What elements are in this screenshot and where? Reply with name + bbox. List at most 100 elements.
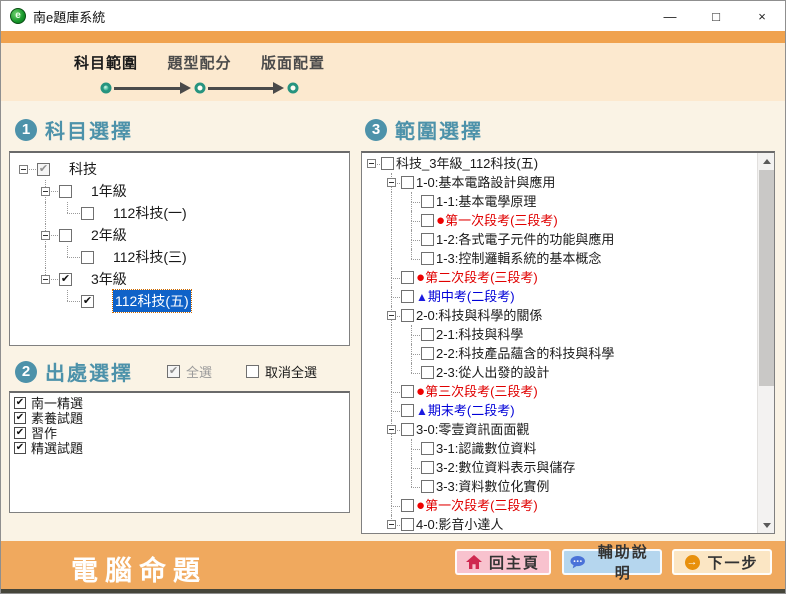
checkbox[interactable] <box>401 290 414 303</box>
checkbox[interactable] <box>421 214 434 227</box>
tree-item[interactable]: 1-1:基本電學原理 <box>362 192 757 211</box>
tree-item[interactable]: ●第二次段考(三段考) <box>362 268 757 287</box>
checkbox[interactable]: ✔ <box>14 442 26 454</box>
tree-item-label[interactable]: 2-2:科技產品蘊含的科技與科學 <box>436 344 614 363</box>
tree-item-label[interactable]: 2-3:從人出發的設計 <box>436 363 549 382</box>
tree-item-label[interactable]: 4-0:影音小達人 <box>416 515 503 533</box>
checkbox[interactable] <box>81 207 94 220</box>
tree-item[interactable]: 3-0:零壹資訊面面觀 <box>362 420 757 439</box>
tree-item[interactable]: 2-2:科技產品蘊含的科技與科學 <box>362 344 757 363</box>
expand-toggle[interactable] <box>387 520 396 529</box>
checkbox[interactable] <box>59 229 72 242</box>
checkbox[interactable] <box>401 499 414 512</box>
checkbox[interactable] <box>401 271 414 284</box>
deselect-all-checkbox-box[interactable] <box>246 365 259 378</box>
tree-item-label[interactable]: 112科技(五) <box>113 290 191 312</box>
tree-item[interactable]: ✔ 科技 <box>10 158 349 180</box>
checkbox[interactable] <box>421 480 434 493</box>
tree-item-label[interactable]: 3-2:數位資料表示與儲存 <box>436 458 575 477</box>
checkbox[interactable] <box>401 404 414 417</box>
close-button[interactable]: × <box>739 1 785 31</box>
tree-item[interactable]: 1-3:控制邏輯系統的基本概念 <box>362 249 757 268</box>
checkbox[interactable] <box>401 176 414 189</box>
tree-item-label[interactable]: ▲期末考(二段考) <box>416 401 515 421</box>
tree-item[interactable]: 3-1:認識數位資料 <box>362 439 757 458</box>
tree-item-label[interactable]: 科技_3年級_112科技(五) <box>396 154 538 173</box>
tree-item-label[interactable]: 2年級 <box>91 224 127 246</box>
tree-item-label[interactable]: 1-3:控制邏輯系統的基本概念 <box>436 249 601 268</box>
checkbox[interactable] <box>401 423 414 436</box>
checkbox[interactable]: ✔ <box>81 295 94 308</box>
help-button[interactable]: 輔助說明 <box>562 549 662 575</box>
scroll-down-button[interactable] <box>758 517 775 533</box>
tree-item[interactable]: ●第三次段考(三段考) <box>362 382 757 401</box>
checkbox[interactable] <box>421 366 434 379</box>
tree-item-label[interactable]: 科技 <box>69 158 97 180</box>
checkbox[interactable] <box>421 195 434 208</box>
expand-toggle[interactable] <box>387 425 396 434</box>
tree-item[interactable]: 2年級 <box>10 224 349 246</box>
expand-toggle[interactable] <box>19 165 28 174</box>
tree-item-label[interactable]: 3-3:資料數位化實例 <box>436 477 549 496</box>
tree-item-label[interactable]: 112科技(一) <box>113 202 187 224</box>
tree-item-label[interactable]: 2-0:科技與科學的關係 <box>416 306 542 325</box>
checkbox[interactable] <box>421 328 434 341</box>
checkbox[interactable]: ✔ <box>14 412 26 424</box>
checkbox[interactable] <box>421 252 434 265</box>
tree-item[interactable]: ✔ 3年級 <box>10 268 349 290</box>
tree-item-label[interactable]: 2-1:科技與科學 <box>436 325 523 344</box>
expand-toggle[interactable] <box>41 275 50 284</box>
tree-item[interactable]: ▲期中考(二段考) <box>362 287 757 306</box>
list-item[interactable]: ✔南一精選 <box>10 396 349 411</box>
tree-item[interactable]: 2-1:科技與科學 <box>362 325 757 344</box>
list-item[interactable]: ✔習作 <box>10 426 349 441</box>
tree-item-label[interactable]: 1-2:各式電子元件的功能與應用 <box>436 230 614 249</box>
expand-toggle[interactable] <box>387 311 396 320</box>
tree-item-label[interactable]: 1-0:基本電路設計與應用 <box>416 173 555 192</box>
tree-item[interactable]: 112科技(三) <box>10 246 349 268</box>
tree-item[interactable]: ✔ 112科技(五) <box>10 290 349 312</box>
checkbox[interactable]: ✔ <box>59 273 72 286</box>
next-step-button[interactable]: → 下一步 <box>672 549 772 575</box>
checkbox[interactable] <box>59 185 72 198</box>
tree-item[interactable]: 科技_3年級_112科技(五) <box>362 154 757 173</box>
checkbox[interactable] <box>421 347 434 360</box>
tree-item[interactable]: 1年級 <box>10 180 349 202</box>
select-all-checkbox-box[interactable]: ✔ <box>167 365 180 378</box>
tree-item[interactable]: 1-2:各式電子元件的功能與應用 <box>362 230 757 249</box>
checkbox[interactable]: ✔ <box>37 163 50 176</box>
scroll-up-button[interactable] <box>758 153 775 169</box>
tree-item-label[interactable]: ●第一次段考(三段考) <box>416 496 538 515</box>
checkbox[interactable] <box>381 157 394 170</box>
tree-item[interactable]: ●第一次段考(三段考) <box>362 211 757 230</box>
select-all-checkbox[interactable]: ✔ 全選 <box>167 362 212 381</box>
expand-toggle[interactable] <box>41 231 50 240</box>
scroll-thumb[interactable] <box>759 170 774 386</box>
tree-item-label[interactable]: 112科技(三) <box>113 246 187 268</box>
tree-item[interactable]: 4-0:影音小達人 <box>362 515 757 533</box>
checkbox[interactable] <box>421 442 434 455</box>
checkbox[interactable] <box>421 461 434 474</box>
checkbox[interactable] <box>81 251 94 264</box>
checkbox[interactable] <box>421 233 434 246</box>
checkbox[interactable] <box>401 309 414 322</box>
scope-scrollbar[interactable] <box>757 153 774 533</box>
tree-item[interactable]: 1-0:基本電路設計與應用 <box>362 173 757 192</box>
deselect-all-checkbox[interactable]: 取消全選 <box>246 362 317 381</box>
tree-item[interactable]: 2-3:從人出發的設計 <box>362 363 757 382</box>
tree-item[interactable]: 2-0:科技與科學的關係 <box>362 306 757 325</box>
list-item[interactable]: ✔素養試題 <box>10 411 349 426</box>
expand-toggle[interactable] <box>387 178 396 187</box>
tree-item-label[interactable]: ●第二次段考(三段考) <box>416 268 538 287</box>
tree-item[interactable]: ▲期末考(二段考) <box>362 401 757 420</box>
expand-toggle[interactable] <box>367 159 376 168</box>
tree-item-label[interactable]: 1-1:基本電學原理 <box>436 192 536 211</box>
checkbox[interactable] <box>401 518 414 531</box>
tree-item-label[interactable]: ●第一次段考(三段考) <box>436 211 558 230</box>
tree-item-label[interactable]: 3年級 <box>91 268 127 290</box>
tree-item-label[interactable]: ▲期中考(二段考) <box>416 287 515 307</box>
expand-toggle[interactable] <box>41 187 50 196</box>
tree-item-label[interactable]: 3-1:認識數位資料 <box>436 439 536 458</box>
checkbox[interactable] <box>401 385 414 398</box>
maximize-button[interactable]: □ <box>693 1 739 31</box>
